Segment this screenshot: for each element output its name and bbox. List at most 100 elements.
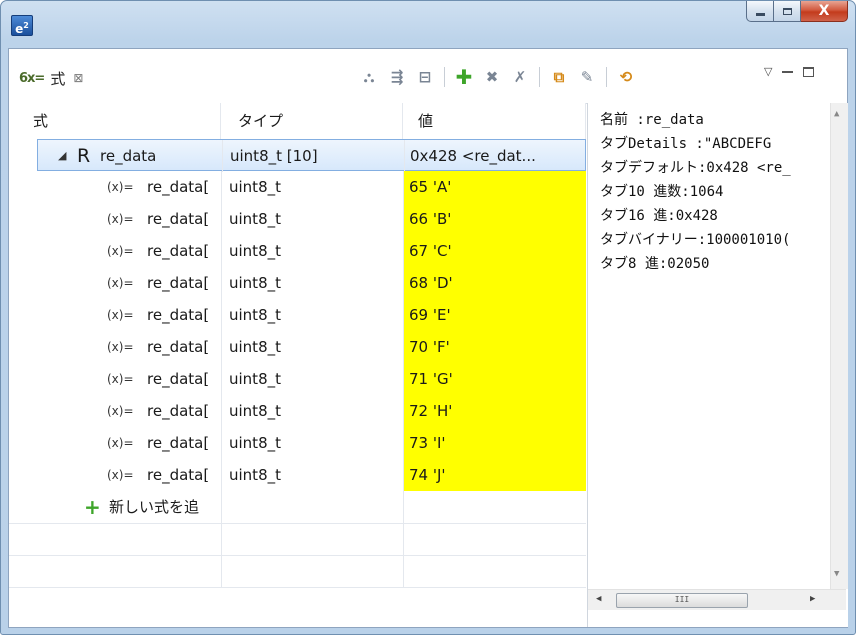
minimize-icon xyxy=(755,12,765,16)
remove-expression-icon[interactable]: ✖ xyxy=(481,66,503,88)
table-row[interactable]: (x)= re_data[uint8_t 67 'C' xyxy=(9,235,586,267)
table-row[interactable]: (x)= re_data[ uint8_t 68 'D' xyxy=(9,267,586,299)
expressions-tree: 式 タイプ 値 ◢ R re_data uint8_t [10] 0x428 <… xyxy=(9,103,586,627)
detail-line: タブバイナリー:100001010( xyxy=(600,232,791,248)
variable-icon: (x)= xyxy=(107,372,134,386)
add-expression-label: 新しい式を追 xyxy=(109,498,200,516)
minimize-button[interactable] xyxy=(746,1,774,22)
maximize-button[interactable] xyxy=(774,1,801,22)
variable-icon: (x)= xyxy=(107,276,134,290)
variable-icon: (x)= xyxy=(107,436,134,450)
view-minimize-icon[interactable] xyxy=(782,70,794,73)
expression-name: re_data[ xyxy=(147,306,210,324)
details-pane[interactable]: 名前 :re_data タブDetails :"ABCDEFG タブデフォルト:… xyxy=(587,103,848,627)
scroll-down-icon[interactable]: ▼ xyxy=(834,569,839,579)
close-button[interactable]: X xyxy=(801,1,848,22)
refresh-icon[interactable]: ⟲ xyxy=(615,66,637,88)
type-cell: uint8_t xyxy=(221,363,403,395)
expression-cell: ◢ R re_data xyxy=(10,140,222,172)
maximize-icon xyxy=(782,7,792,15)
row-divider xyxy=(9,523,586,524)
horizontal-scrollbar[interactable]: ◀ III ▶ xyxy=(588,589,846,610)
row-divider xyxy=(9,555,586,556)
value-cell: 74 'J' xyxy=(403,459,586,491)
type-cell: uint8_t [10] xyxy=(222,140,404,172)
table-row[interactable]: (x)= re_data[ uint8_t 71 'G' xyxy=(9,363,586,395)
remove-all-icon[interactable]: ✗ xyxy=(509,66,531,88)
type-cell: uint8_t xyxy=(221,395,403,427)
scroll-thumb[interactable]: III xyxy=(616,593,748,608)
value-cell: 71 'G' xyxy=(403,363,586,395)
show-type-icon[interactable]: ⛬ xyxy=(358,66,380,88)
type-cell: uint8_t xyxy=(221,203,403,235)
edit-icon[interactable]: ✎ xyxy=(576,66,598,88)
variable-icon: (x)= xyxy=(107,212,134,226)
export-icon[interactable]: ⧉ xyxy=(548,66,570,88)
add-expression-row[interactable]: + 新しい式を追 xyxy=(9,491,586,523)
e2-studio-logo-icon: e2 xyxy=(11,15,33,36)
expression-name: re_data[ xyxy=(147,434,210,452)
view-maximize-icon[interactable] xyxy=(803,66,815,77)
table-row[interactable]: (x)= re_data[uint8_t 65 'A' xyxy=(9,171,586,203)
variable-icon: (x)= xyxy=(107,340,134,354)
value-cell: 70 'F' xyxy=(403,331,586,363)
tab-close-icon[interactable]: ⊠ xyxy=(73,71,83,85)
table-row[interactable]: (x)= re_data[uint8_t 70 'F' xyxy=(9,331,586,363)
expression-name: re_data[ xyxy=(147,338,210,356)
logo-sup: 2 xyxy=(23,21,29,30)
variable-icon: (x)= xyxy=(107,404,134,418)
empty-cell xyxy=(221,491,403,523)
tab-label: 式 xyxy=(50,69,66,88)
value-cell: 73 'I' xyxy=(403,427,586,459)
value-cell: 72 'H' xyxy=(403,395,586,427)
column-header-type[interactable]: タイプ xyxy=(221,103,403,139)
detail-line: タブデフォルト:0x428 <re_ xyxy=(600,160,791,176)
column-header-value[interactable]: 値 xyxy=(403,103,586,139)
expression-name: re_data[ xyxy=(147,210,210,228)
toolbar-separator xyxy=(539,67,540,87)
value-cell: 65 'A' xyxy=(403,171,586,203)
expand-triangle-icon[interactable]: ◢ xyxy=(58,140,66,172)
expression-name: re_data[ xyxy=(147,370,210,388)
column-header-expression[interactable]: 式 xyxy=(9,103,221,139)
view-toolbar: ⛬ ⇶ ⊟ ✚ ✖ ✗ ⧉ ✎ ⟲ xyxy=(358,65,637,89)
scroll-right-icon[interactable]: ▶ xyxy=(810,594,815,604)
expression-name: re_data[ xyxy=(147,466,210,484)
expand-all-icon[interactable]: ⊟ xyxy=(414,66,436,88)
table-row[interactable]: (x)= re_data[uint8_t 69 'E' xyxy=(9,299,586,331)
type-cell: uint8_t xyxy=(221,171,403,203)
empty-row xyxy=(9,523,586,555)
expression-name: re_data xyxy=(100,147,157,165)
tab-expressions[interactable]: 6x= 式 ⊠ xyxy=(19,65,83,91)
expressions-icon: 6x= xyxy=(19,70,45,86)
value-cell: 0x428 <re_dat... xyxy=(404,140,587,172)
empty-cell xyxy=(403,491,586,523)
type-cell: uint8_t xyxy=(221,267,403,299)
register-icon: R xyxy=(77,145,91,167)
empty-row xyxy=(9,555,586,587)
close-icon: X xyxy=(818,3,830,19)
vertical-scrollbar[interactable]: ▲ ▼ xyxy=(830,103,848,589)
expression-name: re_data[ xyxy=(147,274,210,292)
type-cell: uint8_t xyxy=(221,427,403,459)
scroll-left-icon[interactable]: ◀ xyxy=(596,594,601,604)
view-menu-chevron-icon[interactable]: ▽ xyxy=(764,65,772,78)
table-row[interactable]: (x)= re_data[uint8_t 74 'J' xyxy=(9,459,586,491)
add-icon: + xyxy=(84,495,101,519)
detail-line: タブ10 進数:1064 xyxy=(600,184,724,200)
scroll-up-icon[interactable]: ▲ xyxy=(834,109,839,119)
type-cell: uint8_t xyxy=(221,235,403,267)
variable-icon: (x)= xyxy=(107,308,134,322)
expression-name: re_data[ xyxy=(147,178,210,196)
title-bar: e2 X xyxy=(1,1,855,47)
type-cell: uint8_t xyxy=(221,459,403,491)
type-cell: uint8_t xyxy=(221,299,403,331)
value-cell: 68 'D' xyxy=(403,267,586,299)
table-row-parent[interactable]: ◢ R re_data uint8_t [10] 0x428 <re_dat..… xyxy=(37,139,587,172)
collapse-all-icon[interactable]: ⇶ xyxy=(386,66,408,88)
toolbar-separator xyxy=(606,67,607,87)
table-row[interactable]: (x)= re_data[uint8_t 66 'B' xyxy=(9,203,586,235)
table-row[interactable]: (x)= re_data[ uint8_t 73 'I' xyxy=(9,427,586,459)
table-row[interactable]: (x)= re_data[uint8_t 72 'H' xyxy=(9,395,586,427)
add-expression-icon[interactable]: ✚ xyxy=(453,65,475,89)
